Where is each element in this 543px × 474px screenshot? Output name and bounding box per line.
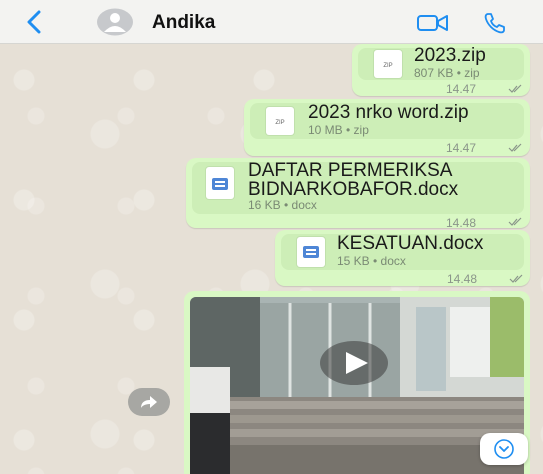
message-time: 14.48 (446, 216, 477, 230)
word-document-icon (297, 237, 325, 267)
file-meta: 10 MB • zip (308, 123, 369, 137)
file-name: KESATUAN.docx (337, 233, 484, 254)
voice-call-button[interactable] (483, 11, 507, 35)
file-meta: 807 KB • zip (414, 66, 480, 80)
forward-button[interactable] (128, 388, 170, 416)
user-icon (97, 8, 133, 36)
file-card[interactable]: KESATUAN.docx 15 KB • docx (281, 233, 524, 270)
file-message[interactable]: DAFTAR PERMERIKSA BIDNARKOBAFOR.docx 16 … (186, 158, 530, 230)
play-button[interactable] (318, 340, 390, 386)
read-ticks-icon (508, 217, 522, 226)
read-ticks-icon (509, 274, 523, 283)
file-card[interactable]: ZIP 2023.zip 807 KB • zip (358, 45, 524, 80)
file-message[interactable]: ZIP 2023.zip 807 KB • zip 14.47 (352, 44, 530, 96)
zip-file-icon: ZIP (374, 50, 402, 78)
video-call-button[interactable] (416, 13, 450, 33)
file-meta: 16 KB • docx (248, 198, 317, 212)
chat-header: Andika (0, 0, 543, 44)
video-camera-icon (417, 15, 448, 31)
zip-file-icon: ZIP (266, 107, 294, 135)
read-ticks-icon (508, 84, 522, 93)
play-icon (320, 341, 388, 385)
chevron-down-icon (494, 439, 514, 459)
chevron-left-icon (27, 10, 41, 34)
contact-name[interactable]: Andika (152, 12, 215, 34)
file-meta: 15 KB • docx (337, 254, 406, 268)
back-button[interactable] (22, 9, 46, 35)
word-document-icon (206, 167, 234, 199)
file-card[interactable]: DAFTAR PERMERIKSA BIDNARKOBAFOR.docx 16 … (192, 160, 524, 214)
message-time: 14.48 (447, 272, 478, 286)
scroll-to-bottom-button[interactable] (480, 433, 528, 465)
file-message[interactable]: ZIP 2023 nrko word.zip 10 MB • zip 14.47 (244, 99, 530, 156)
file-message[interactable]: KESATUAN.docx 15 KB • docx 14.48 (275, 230, 530, 286)
message-time: 14.47 (446, 82, 477, 96)
phone-icon (484, 13, 505, 34)
chat-area[interactable]: ZIP 2023.zip 807 KB • zip 14.47 ZIP 2023… (0, 44, 543, 474)
file-card[interactable]: ZIP 2023 nrko word.zip 10 MB • zip (250, 102, 524, 139)
forward-share-icon (141, 396, 157, 408)
file-name: 2023.zip (414, 45, 486, 66)
message-time: 14.47 (446, 141, 477, 155)
avatar[interactable] (96, 8, 134, 36)
read-ticks-icon (508, 143, 522, 152)
file-name: 2023 nrko word.zip (308, 102, 469, 123)
